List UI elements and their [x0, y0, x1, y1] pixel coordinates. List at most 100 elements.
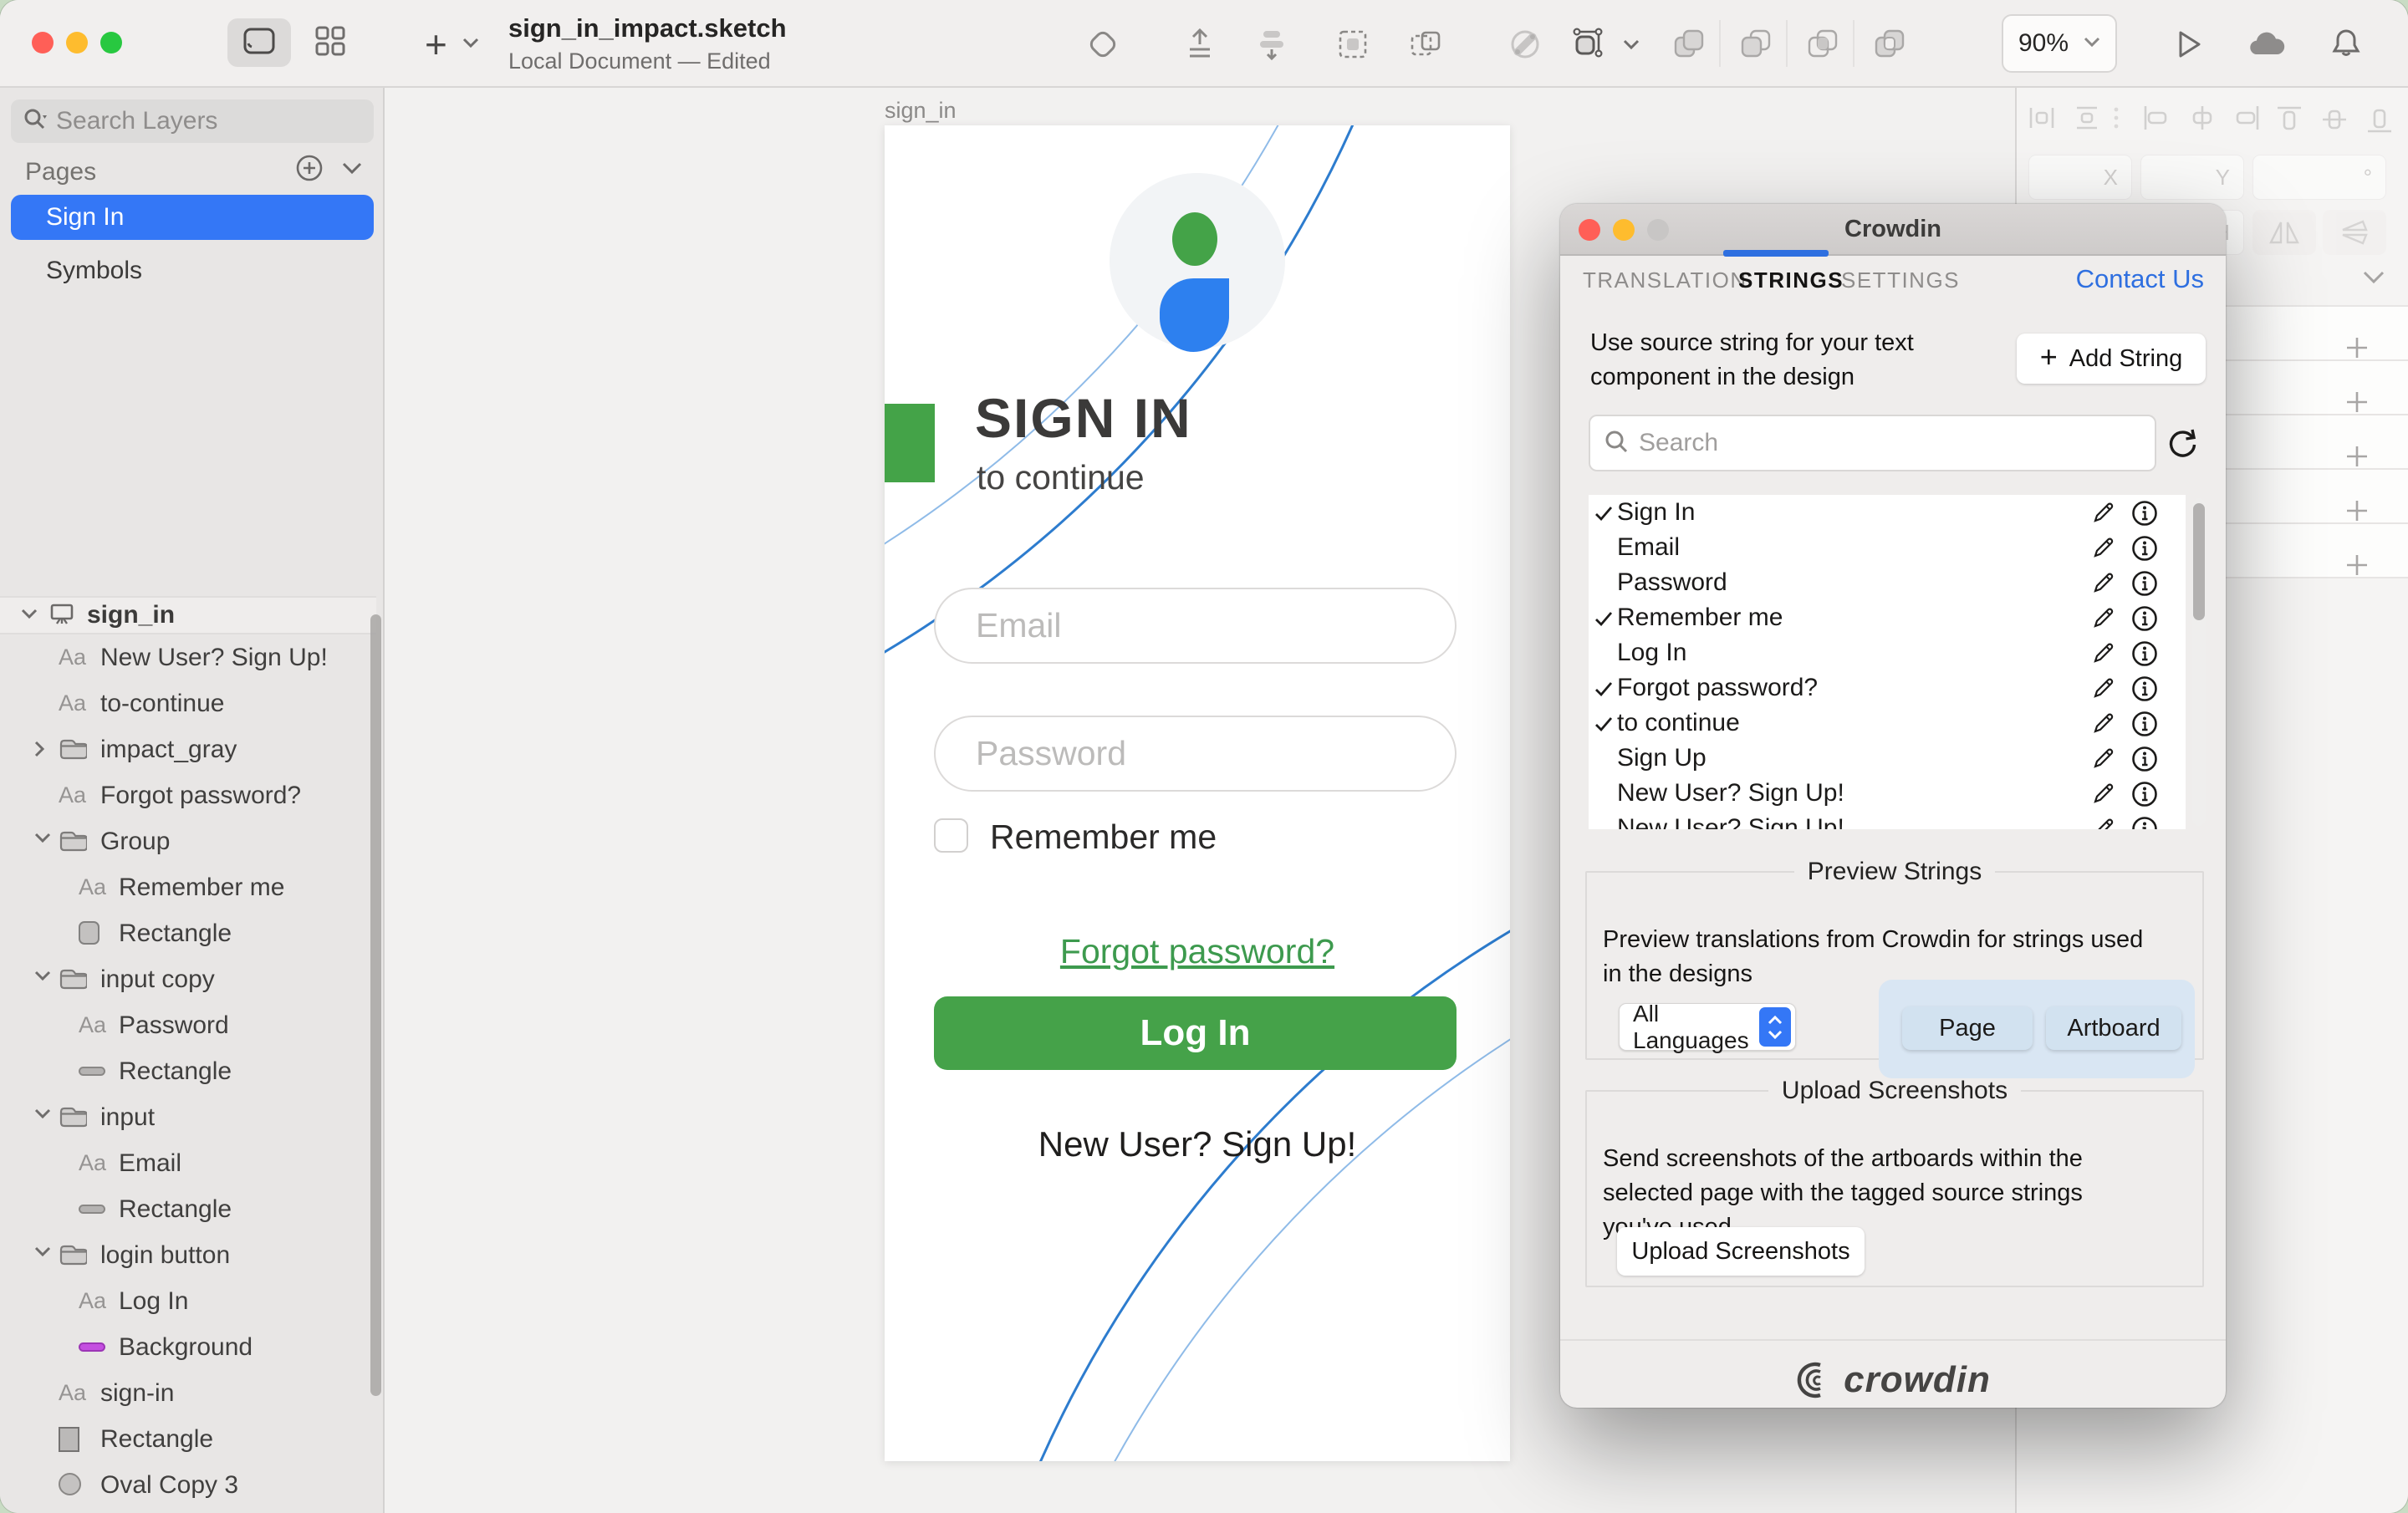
align-center-horizontal-icon[interactable] — [2186, 103, 2219, 137]
layer-row[interactable]: impact_gray — [0, 726, 376, 772]
edit-string-icon[interactable] — [2090, 745, 2117, 776]
resize-chevron-icon[interactable] — [1620, 24, 1642, 64]
edit-string-icon[interactable] — [2090, 815, 2117, 829]
sidebar-page-symbols[interactable]: Symbols — [11, 248, 374, 293]
preview-page-button[interactable]: Page — [1902, 1006, 2033, 1050]
send-to-back-button[interactable] — [1180, 24, 1220, 64]
minimize-window-button[interactable] — [66, 32, 88, 53]
layer-row[interactable]: Rectangle — [0, 1048, 376, 1094]
edit-string-icon[interactable] — [2090, 604, 2117, 635]
distribute-horizontally-icon[interactable] — [2027, 103, 2057, 137]
layer-row[interactable]: input — [0, 1094, 376, 1140]
group-button[interactable] — [1333, 24, 1373, 64]
dialog-titlebar[interactable]: Crowdin — [1560, 204, 2226, 256]
distribute-layers-button[interactable] — [1252, 24, 1292, 64]
sidebar-scrollbar[interactable] — [370, 614, 381, 1396]
boolean-difference-button[interactable] — [1870, 24, 1910, 64]
distribute-vertically-icon[interactable] — [2072, 103, 2102, 137]
align-right-icon[interactable] — [2229, 103, 2263, 137]
chevron-down-icon[interactable] — [33, 970, 52, 986]
layer-row[interactable]: Rectangle — [0, 1186, 376, 1232]
strings-search-input[interactable] — [1639, 429, 2141, 457]
artboard-group-row[interactable]: sign_in — [0, 596, 376, 634]
zoom-level-select[interactable]: 90% — [2002, 14, 2117, 73]
notifications-bell-icon[interactable] — [2326, 24, 2366, 64]
refresh-strings-button[interactable] — [2165, 426, 2200, 466]
sign-up-text[interactable]: New User? Sign Up! — [885, 1124, 1510, 1164]
resize-artboard-button[interactable] — [1570, 24, 1610, 64]
string-row[interactable]: to continue — [1589, 706, 2186, 741]
layer-row[interactable]: AaEmail — [0, 1140, 376, 1186]
string-info-icon[interactable] — [2130, 499, 2159, 532]
edit-string-icon[interactable] — [2090, 499, 2117, 530]
strings-scrollbar-thumb[interactable] — [2193, 503, 2205, 620]
string-info-icon[interactable] — [2130, 604, 2159, 637]
search-layers-field[interactable]: Search Layers — [11, 99, 374, 143]
align-bottom-icon[interactable] — [2365, 103, 2395, 140]
layer-row[interactable]: AaRemember me — [0, 864, 376, 910]
layer-row[interactable]: AaForgot password? — [0, 772, 376, 818]
chevron-right-icon[interactable] — [33, 740, 45, 762]
close-window-button[interactable] — [32, 32, 54, 53]
boolean-subtract-button[interactable] — [1736, 24, 1776, 64]
string-row[interactable]: Sign In — [1589, 495, 2186, 530]
tab-translation[interactable]: TRANSLATION — [1583, 267, 1747, 293]
add-page-button[interactable] — [294, 153, 324, 187]
x-position-field[interactable]: X — [2028, 155, 2132, 200]
rotation-field[interactable]: ° — [2252, 155, 2386, 200]
string-row[interactable]: Remember me — [1589, 600, 2186, 635]
log-in-button[interactable]: Log In — [934, 996, 1457, 1070]
string-info-icon[interactable] — [2130, 639, 2159, 672]
edit-string-icon[interactable] — [2090, 710, 2117, 741]
insert-chevron-icon[interactable] — [462, 37, 480, 53]
string-info-icon[interactable] — [2130, 675, 2159, 707]
upload-screenshots-button[interactable]: Upload Screenshots — [1617, 1227, 1865, 1276]
layer-row[interactable]: AaLog In — [0, 1278, 376, 1324]
password-field[interactable]: Password — [934, 716, 1457, 792]
boolean-intersect-button[interactable] — [1803, 24, 1843, 64]
strings-scrollbar[interactable] — [2192, 498, 2206, 826]
toggle-sidebar-button[interactable] — [227, 18, 291, 67]
string-row[interactable]: Forgot password? — [1589, 670, 2186, 706]
artboard-title-label[interactable]: sign_in — [885, 98, 957, 124]
edit-string-icon[interactable] — [2090, 639, 2117, 670]
layer-row[interactable]: Group — [0, 818, 376, 864]
insert-button[interactable]: + — [425, 22, 447, 67]
edit-string-icon[interactable] — [2090, 534, 2117, 565]
cloud-sync-icon[interactable] — [2246, 24, 2286, 64]
layer-row[interactable]: login button — [0, 1232, 376, 1278]
preview-play-button[interactable] — [2169, 24, 2209, 64]
string-info-icon[interactable] — [2130, 710, 2159, 742]
layer-row[interactable]: Aato-continue — [0, 680, 376, 726]
remember-me-checkbox[interactable] — [934, 818, 968, 853]
sign-in-artboard[interactable]: SIGN IN to continue Email Password Remem… — [885, 125, 1510, 1461]
language-select[interactable]: All Languages — [1619, 1003, 1796, 1051]
chevron-down-icon[interactable] — [20, 608, 38, 624]
edit-string-icon[interactable] — [2090, 675, 2117, 706]
tab-strings[interactable]: STRINGS — [1738, 267, 1844, 293]
string-row[interactable]: Email — [1589, 530, 2186, 565]
string-row[interactable]: Log In — [1589, 635, 2186, 670]
layer-row[interactable]: AaNew User? Sign Up! — [0, 634, 376, 680]
layer-row[interactable]: Background — [0, 1324, 376, 1370]
email-field[interactable]: Email — [934, 588, 1457, 664]
pages-collapse-chevron-icon[interactable] — [341, 161, 363, 179]
tab-settings[interactable]: SETTINGS — [1841, 267, 1960, 293]
string-info-icon[interactable] — [2130, 569, 2159, 602]
y-position-field[interactable]: Y — [2140, 155, 2244, 200]
chevron-down-icon[interactable] — [33, 832, 52, 848]
contact-us-link[interactable]: Contact Us — [2076, 264, 2204, 294]
sidebar-page-sign-in[interactable]: Sign In — [11, 195, 374, 240]
create-symbol-button[interactable] — [1083, 24, 1123, 64]
align-top-icon[interactable] — [2274, 103, 2304, 140]
layer-row[interactable]: input copy — [0, 956, 376, 1002]
chevron-down-icon[interactable] — [33, 1246, 52, 1261]
chevron-down-icon[interactable] — [33, 1108, 52, 1123]
edit-string-icon[interactable] — [2090, 569, 2117, 600]
layer-row[interactable]: Rectangle — [0, 910, 376, 956]
flip-vertical-button[interactable] — [2323, 210, 2386, 255]
string-row[interactable]: Password — [1589, 565, 2186, 600]
layer-row[interactable]: AaPassword — [0, 1002, 376, 1048]
string-row[interactable]: New User? Sign Up! — [1589, 776, 2186, 811]
zoom-window-button[interactable] — [100, 32, 122, 53]
